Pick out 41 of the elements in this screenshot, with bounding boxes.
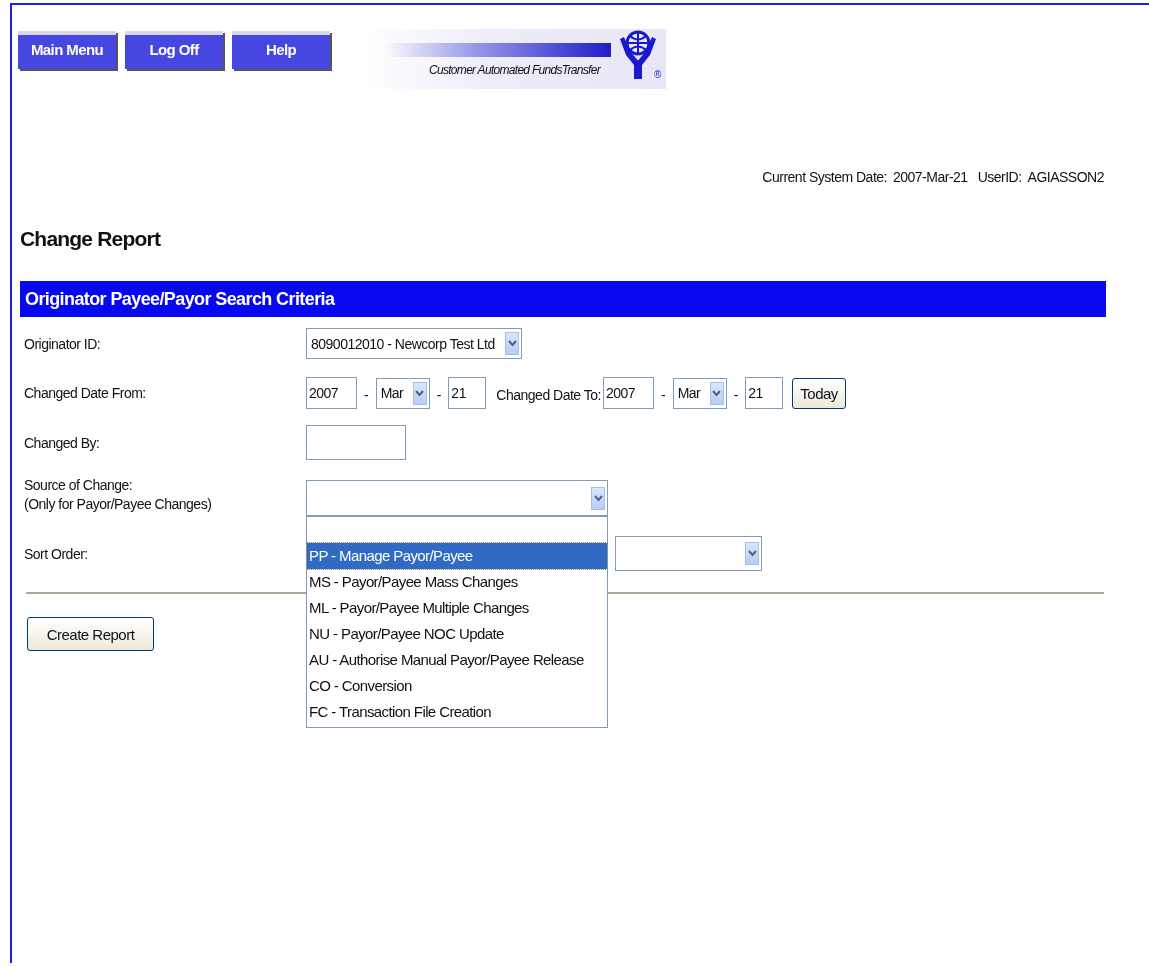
section-header: Originator Payee/Payor Search Criteria [20, 281, 1106, 317]
logo-text: Customer Automated FundsTransfer [429, 63, 600, 77]
field-label: Changed By: [24, 434, 101, 451]
registered-mark: ® [654, 69, 662, 80]
create-report-button[interactable]: Create Report [27, 617, 154, 651]
date-separator: - [733, 387, 739, 403]
changed-by-field[interactable] [306, 425, 406, 460]
month-select[interactable]: Mar [375, 377, 430, 409]
date-separator: - [436, 387, 442, 403]
dropdown-option[interactable]: FC - Transaction File Creation [307, 699, 607, 725]
system-date: 2007-Mar-21 [892, 169, 968, 185]
dropdown-option[interactable]: NU - Payor/Payee NOC Update [307, 621, 607, 647]
nav-button[interactable]: Help [232, 31, 330, 69]
sort-order-select[interactable] [615, 536, 762, 571]
user-id: AGIASSON2 [1027, 169, 1104, 185]
page-title: Change Report [20, 227, 162, 251]
field-label: Changed Date To: [496, 387, 601, 403]
date-separator: - [364, 387, 369, 403]
field-label: Source of Change: [24, 477, 134, 493]
field-note: (Only for Payor/Payee Changes) [24, 496, 213, 512]
year-field[interactable]: 2007 [602, 377, 654, 409]
nav-button[interactable]: Log Off [125, 31, 223, 69]
day-field[interactable]: 21 [745, 377, 784, 409]
today-button[interactable]: Today [792, 377, 846, 409]
dropdown-option[interactable]: AU - Authorise Manual Payor/Payee Release [307, 647, 607, 673]
date-label: Current System Date: [762, 169, 887, 185]
field-label: Sort Order: [24, 545, 89, 562]
month-select[interactable]: Mar [672, 377, 727, 409]
field-label: Changed Date From: [24, 385, 147, 401]
user-label: UserID: [977, 169, 1022, 185]
year-field[interactable]: 2007 [306, 377, 357, 409]
dropdown-option[interactable]: PP - Manage Payor/Payee [307, 543, 607, 569]
dropdown-option[interactable]: CO - Conversion [307, 673, 607, 699]
dropdown-option[interactable]: MS - Payor/Payee Mass Changes [307, 569, 607, 595]
source-select[interactable] [306, 480, 608, 516]
date-separator: - [660, 387, 666, 403]
nav-button[interactable]: Main Menu [18, 31, 116, 69]
originator-select[interactable]: 8090012010 - Newcorp Test Ltd [306, 328, 522, 359]
day-field[interactable]: 21 [448, 377, 487, 409]
dropdown-option[interactable]: ML - Payor/Payee Multiple Changes [307, 595, 607, 621]
field-label: Originator ID: [24, 335, 102, 352]
